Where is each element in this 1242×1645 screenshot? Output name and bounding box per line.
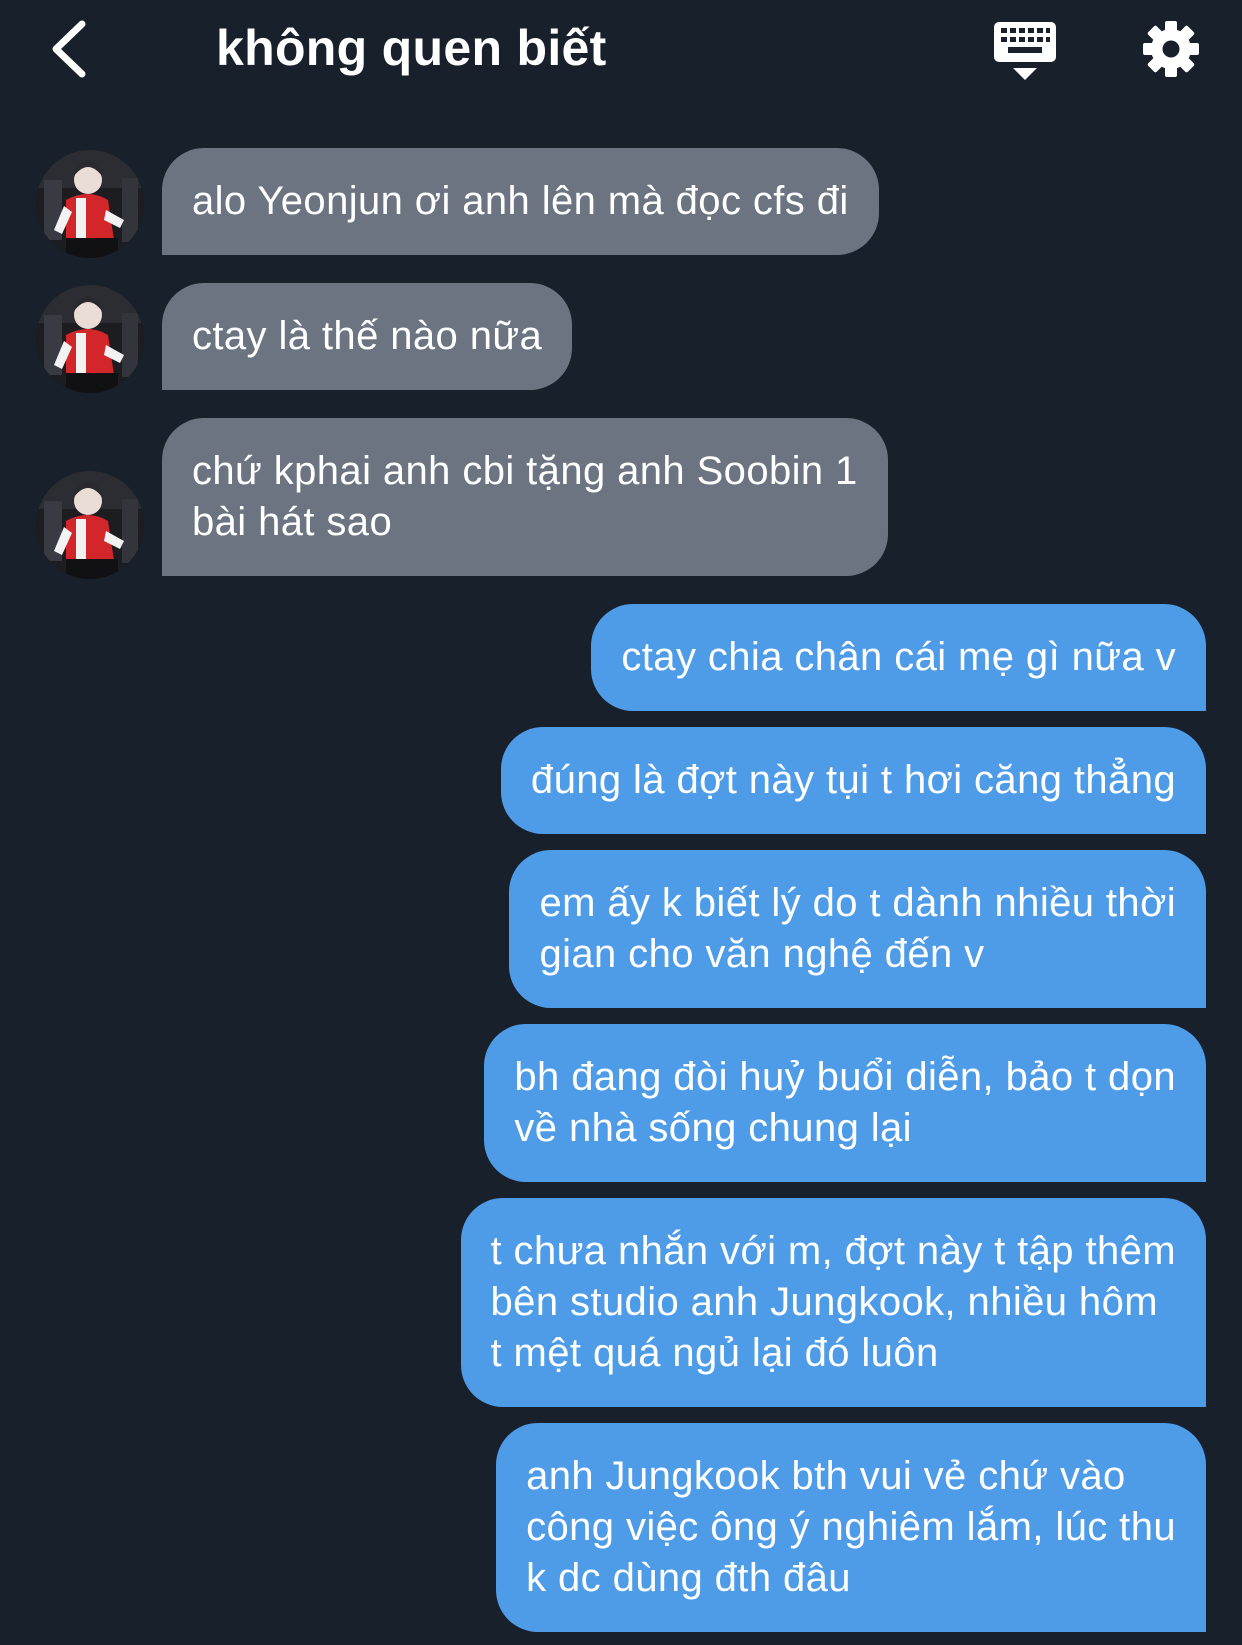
avatar[interactable] — [36, 150, 144, 258]
message-text: anh Jungkook bth vui vẻ chứ vào — [526, 1454, 1126, 1498]
settings-button[interactable] — [1140, 18, 1202, 80]
message-bubble-incoming[interactable]: chứ kphai anh cbi tặng anh Soobin 1 bài … — [162, 418, 888, 576]
message-text: em ấy k biết lý do t dành nhiều thời — [539, 881, 1176, 925]
chat-title: không quen biết — [216, 20, 607, 76]
message-text: ctay chia chân cái mẹ gì nữa v — [621, 635, 1176, 679]
message-text: bh đang đòi huỷ buổi diễn, bảo t dọn — [514, 1055, 1176, 1099]
avatar-photo — [36, 471, 144, 579]
message-text: bài hát sao — [192, 500, 393, 544]
gear-icon — [1143, 21, 1199, 77]
chevron-left-icon — [52, 20, 86, 78]
message-bubble-incoming[interactable]: ctay là thế nào nữa — [162, 283, 573, 390]
message-text: ctay là thế nào nữa — [192, 314, 543, 358]
message-text: gian cho văn nghệ đến v — [539, 932, 985, 976]
keyboard-icon — [994, 22, 1056, 80]
message-bubble-incoming[interactable]: alo Yeonjun ơi anh lên mà đọc cfs đi — [162, 148, 879, 255]
message-bubble-outgoing[interactable]: ctay chia chân cái mẹ gì nữa v — [591, 604, 1206, 711]
chat-header: không quen biết — [0, 0, 1242, 110]
message-text: về nhà sống chung lại — [514, 1106, 912, 1150]
message-text: đúng là đợt này tụi t hơi căng thẳng — [530, 758, 1176, 802]
back-button[interactable] — [38, 14, 98, 84]
message-text: chứ kphai anh cbi tặng anh Soobin 1 — [192, 449, 858, 493]
message-text: công việc ông ý nghiêm lắm, lúc thu — [526, 1505, 1176, 1549]
avatar[interactable] — [36, 471, 144, 579]
avatar-photo — [36, 150, 144, 258]
avatar-photo — [36, 285, 144, 393]
message-bubble-outgoing[interactable]: em ấy k biết lý do t dành nhiều thời gia… — [509, 850, 1206, 1008]
keyboard-button[interactable] — [992, 18, 1058, 84]
message-text: alo Yeonjun ơi anh lên mà đọc cfs đi — [192, 179, 849, 223]
message-bubble-outgoing[interactable]: t chưa nhắn với m, đợt này t tập thêm bê… — [460, 1198, 1206, 1407]
message-bubble-outgoing[interactable]: bh đang đòi huỷ buổi diễn, bảo t dọn về … — [484, 1024, 1206, 1182]
message-text: k dc dùng đth đâu — [526, 1556, 851, 1600]
message-text: t mệt quá ngủ lại đó luôn — [490, 1331, 939, 1375]
message-bubble-outgoing[interactable]: anh Jungkook bth vui vẻ chứ vào công việ… — [496, 1423, 1206, 1632]
avatar[interactable] — [36, 285, 144, 393]
message-text: t chưa nhắn với m, đợt này t tập thêm — [490, 1229, 1176, 1273]
message-text: bên studio anh Jungkook, nhiều hôm — [490, 1280, 1158, 1324]
message-bubble-outgoing[interactable]: đúng là đợt này tụi t hơi căng thẳng — [500, 727, 1206, 834]
